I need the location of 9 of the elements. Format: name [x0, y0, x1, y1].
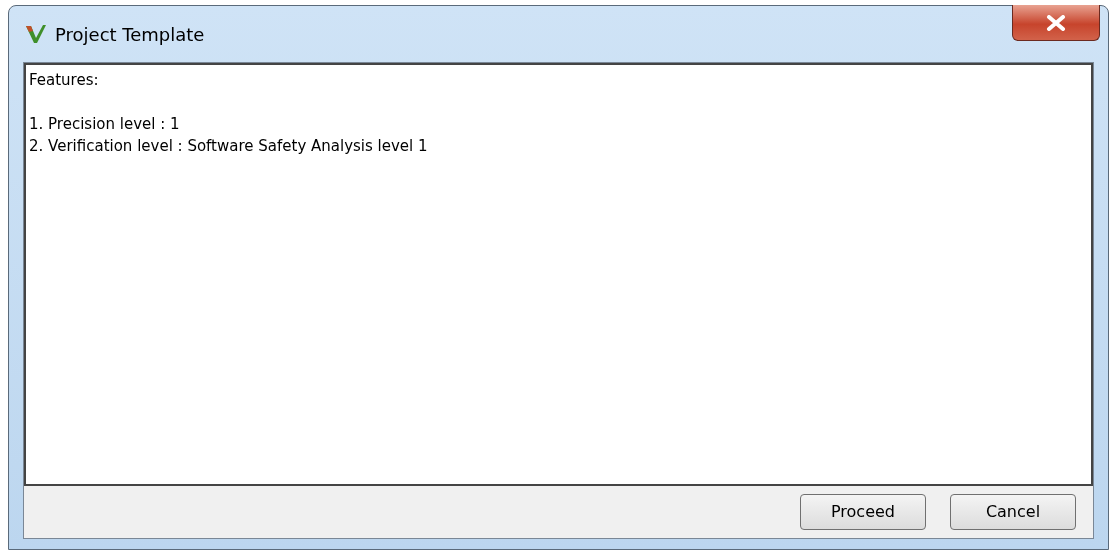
feature-line: 2. Verification level : Software Safety Analysis level 1 — [29, 136, 428, 157]
features-heading: Features: — [29, 70, 99, 91]
checkmark-logo-icon — [25, 23, 47, 45]
window-title: Project Template — [55, 22, 205, 47]
close-icon — [1045, 14, 1067, 31]
close-button[interactable] — [1012, 5, 1100, 41]
dialog-button[interactable]: Proceed — [800, 494, 926, 530]
dialog-button[interactable]: Cancel — [950, 494, 1076, 530]
feature-line: 1. Precision level : 1 — [29, 114, 180, 135]
